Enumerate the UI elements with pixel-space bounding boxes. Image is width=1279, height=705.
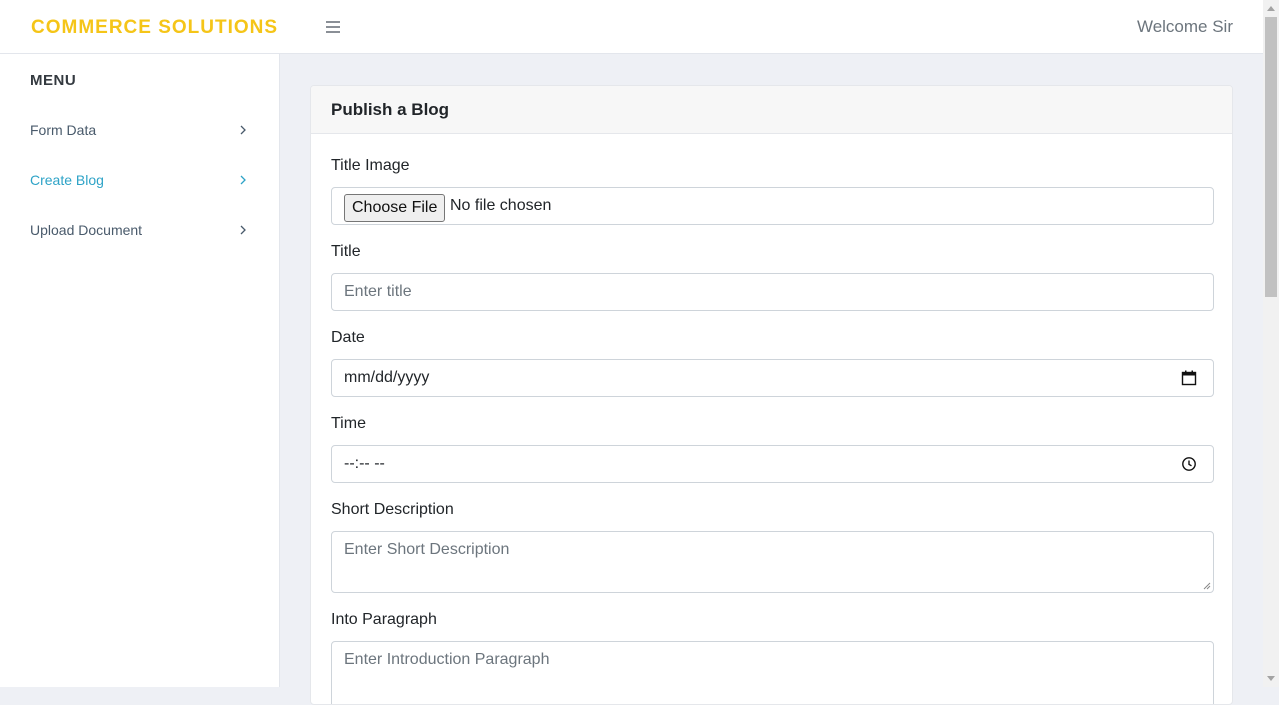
intro-paragraph-textarea[interactable]: Enter Introduction Paragraph (331, 641, 1214, 704)
chevron-right-icon (240, 175, 246, 185)
card-header: Publish a Blog (311, 86, 1232, 134)
title-input[interactable]: Enter title (331, 273, 1214, 311)
chevron-right-icon (240, 125, 246, 135)
sidebar-item-form-data[interactable]: Form Data (30, 118, 252, 142)
short-description-label: Short Description (331, 501, 454, 518)
brand-logo[interactable]: COMMERCE SOLUTIONS (31, 17, 278, 39)
time-input[interactable]: --:-- -- (331, 445, 1214, 483)
intro-paragraph-placeholder: Enter Introduction Paragraph (344, 651, 550, 668)
date-label: Date (331, 329, 365, 346)
title-placeholder: Enter title (344, 283, 412, 300)
resize-handle-icon[interactable] (1202, 581, 1211, 590)
scroll-thumb[interactable] (1265, 17, 1277, 297)
chevron-right-icon (240, 225, 246, 235)
clock-icon[interactable] (1181, 456, 1197, 472)
time-value: --:-- -- (344, 455, 385, 472)
top-navbar: COMMERCE SOLUTIONS Welcome Sir (0, 0, 1263, 54)
welcome-text: Welcome Sir (1136, 17, 1233, 36)
sidebar: MENU Form Data Create Blog Upload Docume… (0, 54, 280, 687)
scroll-down-arrow-icon[interactable] (1267, 676, 1275, 682)
sidebar-item-label: Create Blog (30, 172, 104, 188)
intro-paragraph-label: Into Paragraph (331, 611, 437, 628)
scroll-up-arrow-icon[interactable] (1267, 5, 1275, 11)
calendar-icon[interactable] (1181, 370, 1197, 386)
hamburger-menu-icon[interactable] (326, 20, 341, 34)
publish-blog-card: Publish a Blog Title Image Choose File N… (310, 85, 1233, 705)
time-label: Time (331, 415, 366, 432)
title-label: Title (331, 243, 361, 260)
date-input[interactable]: mm/dd/yyyy (331, 359, 1214, 397)
sidebar-item-create-blog[interactable]: Create Blog (30, 168, 252, 192)
date-value: mm/dd/yyyy (344, 369, 430, 386)
choose-file-button[interactable]: Choose File (344, 194, 446, 222)
sidebar-item-label: Form Data (30, 122, 97, 138)
sidebar-item-upload-document[interactable]: Upload Document (30, 218, 252, 242)
sidebar-item-label: Upload Document (30, 222, 143, 238)
short-description-textarea[interactable]: Enter Short Description (331, 531, 1214, 593)
short-description-placeholder: Enter Short Description (344, 541, 510, 558)
file-status-text: No file chosen (450, 197, 552, 214)
page-scrollbar[interactable] (1263, 0, 1279, 687)
menu-title: MENU (30, 72, 77, 89)
title-image-label: Title Image (331, 157, 410, 174)
title-image-file-input[interactable]: Choose File No file chosen (331, 187, 1214, 225)
card-title: Publish a Blog (331, 100, 450, 119)
